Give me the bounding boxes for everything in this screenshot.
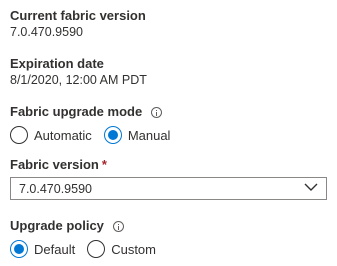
upgrade-policy-section: Upgrade policy Default Custom (10, 218, 168, 258)
current-version-value: 7.0.470.9590 (10, 25, 83, 39)
radio-default[interactable] (10, 240, 28, 258)
radio-automatic[interactable] (10, 126, 28, 144)
expiration-value: 8/1/2020, 12:00 AM PDT (10, 73, 147, 87)
fabric-version-label: Fabric version (10, 157, 99, 172)
upgrade-policy-radio-group: Default Custom (10, 240, 168, 258)
upgrade-policy-label: Upgrade policy (10, 218, 104, 233)
radio-manual[interactable] (103, 126, 122, 144)
radio-custom[interactable] (87, 240, 106, 258)
fabric-version-section: Fabric version * (10, 157, 107, 173)
upgrade-mode-option-automatic[interactable]: Automatic (10, 126, 92, 144)
upgrade-policy-option-custom[interactable]: Custom (87, 240, 156, 258)
radio-manual-label: Manual (127, 127, 171, 143)
fabric-version-selected: 7.0.470.9590 (19, 181, 92, 196)
radio-default-label: Default (34, 241, 76, 257)
chevron-down-icon (304, 183, 318, 191)
upgrade-mode-label: Fabric upgrade mode (10, 104, 143, 119)
radio-custom-label: Custom (111, 241, 156, 257)
expiration-section: Expiration date 8/1/2020, 12:00 AM PDT (10, 56, 147, 88)
current-version-label: Current fabric version (10, 8, 146, 23)
upgrade-policy-option-default[interactable]: Default (10, 240, 75, 258)
expiration-label: Expiration date (10, 56, 104, 71)
upgrade-mode-section: Fabric upgrade mode Automatic Manual (10, 104, 182, 144)
radio-automatic-label: Automatic (34, 127, 92, 143)
upgrade-mode-radio-group: Automatic Manual (10, 126, 182, 144)
info-icon[interactable] (112, 220, 124, 232)
info-icon[interactable] (151, 106, 163, 118)
upgrade-mode-option-manual[interactable]: Manual (103, 126, 171, 144)
required-marker: * (101, 157, 107, 172)
fabric-version-dropdown[interactable]: 7.0.470.9590 (10, 177, 327, 200)
current-version-section: Current fabric version 7.0.470.9590 (10, 8, 146, 40)
